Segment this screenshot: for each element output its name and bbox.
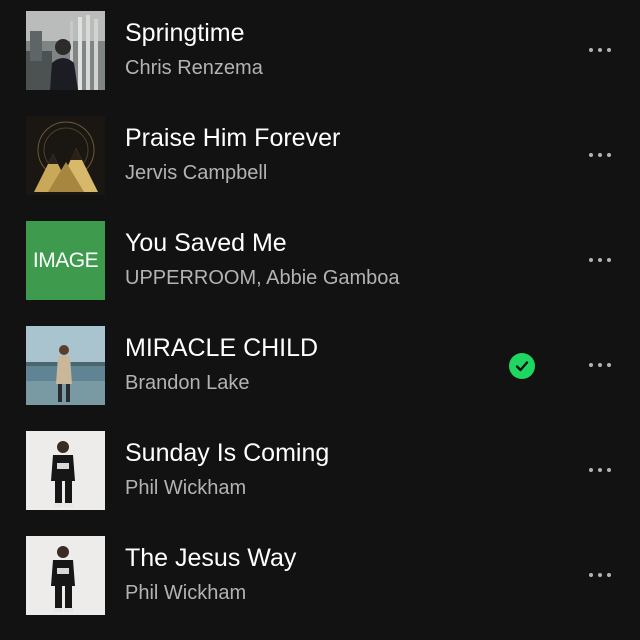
track-title: The Jesus Way (125, 544, 297, 572)
more-options-button[interactable] (584, 249, 618, 271)
track-artist: Phil Wickham (125, 477, 247, 499)
track-artist: UPPERROOM, Abbie Gamboa (125, 267, 400, 289)
more-options-button[interactable] (584, 459, 618, 481)
track-row[interactable]: The Jesus Way Phil Wickham (0, 536, 640, 640)
track-title: Praise Him Forever (125, 124, 341, 152)
downloaded-check-icon (509, 353, 535, 379)
track-title: You Saved Me (125, 229, 287, 257)
album-art-you-saved-me: IMAGE (26, 221, 105, 300)
more-options-icon (589, 153, 611, 157)
more-options-button[interactable] (584, 39, 618, 61)
more-options-icon (589, 258, 611, 262)
more-options-icon (589, 48, 611, 52)
more-options-button[interactable] (584, 144, 618, 166)
track-row[interactable]: IMAGE You Saved Me UPPERROOM, Abbie Gamb… (0, 221, 640, 326)
track-row[interactable]: Sunday Is Coming Phil Wickham (0, 431, 640, 536)
album-art-text: IMAGE (32, 248, 99, 272)
album-art (26, 536, 105, 615)
track-title: Sunday Is Coming (125, 439, 330, 467)
track-title: MIRACLE CHILD (125, 334, 319, 362)
track-artist: Jervis Campbell (125, 162, 268, 184)
more-options-button[interactable] (584, 564, 618, 586)
track-artist: Phil Wickham (125, 582, 247, 604)
more-options-icon (589, 363, 611, 367)
album-art-sunday-is-coming (26, 431, 105, 510)
album-art (26, 326, 105, 405)
track-artist: Brandon Lake (125, 372, 250, 394)
more-options-icon (589, 468, 611, 472)
more-options-button[interactable] (584, 354, 618, 376)
track-row[interactable]: MIRACLE CHILD Brandon Lake (0, 326, 640, 431)
album-art-praise-him-forever (26, 116, 105, 195)
album-art-miracle-child (26, 326, 105, 405)
album-art (26, 431, 105, 510)
album-art-the-jesus-way (26, 536, 105, 615)
track-row[interactable]: Praise Him Forever Jervis Campbell (0, 116, 640, 221)
more-options-icon (589, 573, 611, 577)
album-art (26, 11, 105, 90)
track-row[interactable]: Springtime Chris Renzema (0, 11, 640, 116)
album-art (26, 116, 105, 195)
album-art-springtime (26, 11, 105, 90)
track-list: Springtime Chris Renzema Praise Him Fore… (0, 0, 640, 640)
track-title: Springtime (125, 19, 245, 47)
track-artist: Chris Renzema (125, 57, 263, 79)
